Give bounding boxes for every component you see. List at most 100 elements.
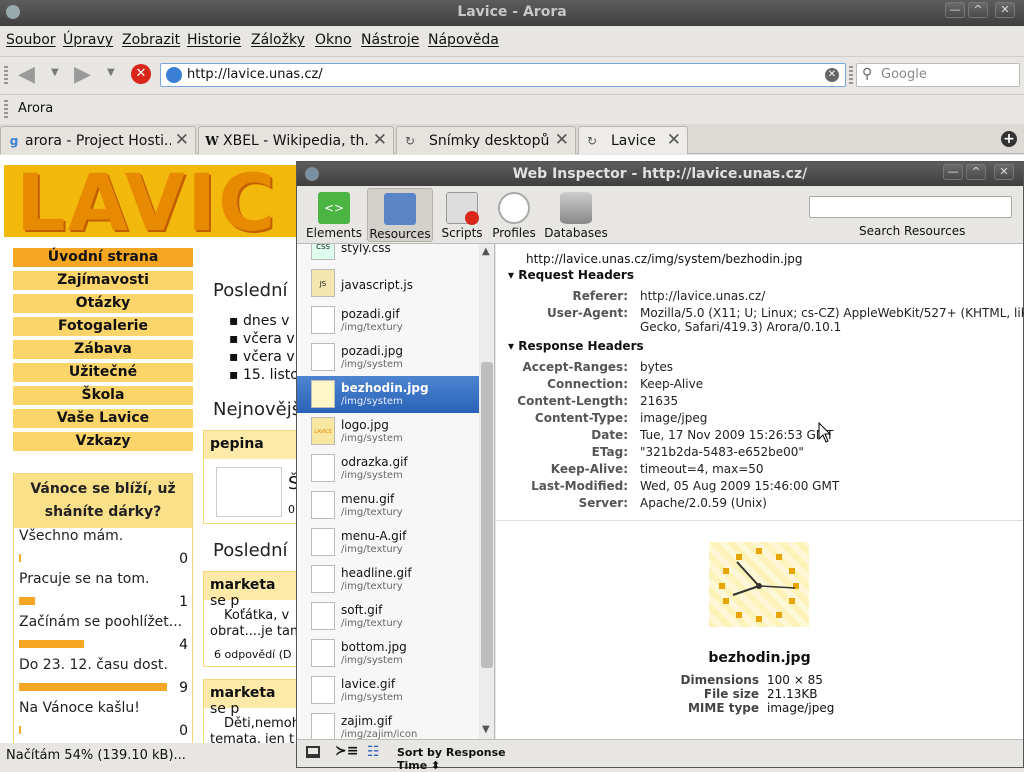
menubar: Soubor Úpravy Zobrazit Historie Záložky … <box>0 26 1024 54</box>
list-item[interactable]: ▪ včera v <box>229 348 299 366</box>
comment-author[interactable]: pepina <box>204 431 302 459</box>
comment-author[interactable]: marketa <box>210 577 276 593</box>
close-button[interactable]: ✕ <box>995 2 1015 18</box>
toolbar-grip[interactable] <box>849 66 853 84</box>
menu-nastroje[interactable]: Nástroje <box>361 32 419 48</box>
minimize-button[interactable]: — <box>943 164 963 180</box>
poll-title: Vánoce se blíží, už sháníte dárky? <box>14 474 192 528</box>
poll-option[interactable]: Do 23. 12. času dost. <box>19 657 168 673</box>
forward-dropdown-icon[interactable]: ▼ <box>107 67 115 78</box>
file-thumbnail <box>311 343 335 371</box>
replies-link[interactable]: 6 odpovědí (D <box>214 648 292 661</box>
close-button[interactable]: ✕ <box>994 164 1014 180</box>
search-input[interactable]: ⚲ Google <box>856 63 1020 87</box>
resource-item[interactable]: LAVICE logo.jpg/img/system <box>297 413 479 450</box>
response-headers-title[interactable]: ▾ Response Headers <box>508 339 644 353</box>
back-dropdown-icon[interactable]: ▼ <box>51 67 59 78</box>
list-item[interactable]: ▪ dnes v <box>229 312 299 330</box>
tool-profiles[interactable]: Profiles <box>489 188 539 242</box>
site-menu-skola[interactable]: Škola <box>13 386 193 405</box>
poll-option[interactable]: Všechno mám. <box>19 528 123 544</box>
maximize-button[interactable]: ^ <box>966 164 986 180</box>
resource-item[interactable]: soft.gif/img/textury <box>297 598 479 635</box>
tool-resources[interactable]: Resources <box>367 188 433 242</box>
tool-databases[interactable]: Databases <box>543 188 609 242</box>
site-menu-zajimavosti[interactable]: Zajímavosti <box>13 271 193 290</box>
menu-upravy[interactable]: Úpravy <box>63 32 113 48</box>
resource-item[interactable]: menu.gif/img/textury <box>297 487 479 524</box>
menu-soubor[interactable]: Soubor <box>6 32 56 48</box>
resource-item[interactable]: pozadi.jpg/img/system <box>297 339 479 376</box>
poll-option[interactable]: Na Vánoce kašlu! <box>19 700 140 716</box>
forward-icon[interactable]: ▶ <box>74 62 91 87</box>
maximize-button[interactable]: ^ <box>968 2 988 18</box>
tool-scripts[interactable]: Scripts <box>439 188 485 242</box>
resource-item[interactable]: bottom.jpg/img/system <box>297 635 479 672</box>
site-menu-uvodni[interactable]: Úvodní strana <box>13 248 193 267</box>
site-menu-vzkazy[interactable]: Vzkazy <box>13 432 193 451</box>
bookmark-arora[interactable]: Arora <box>18 101 53 116</box>
comment-author[interactable]: marketa <box>210 685 276 701</box>
site-menu-vase-lavice[interactable]: Vaše Lavice <box>13 409 193 428</box>
url-text[interactable]: http://lavice.unas.cz/ <box>187 67 323 82</box>
resource-item[interactable]: pozadi.gif/img/textury <box>297 302 479 339</box>
image-preview <box>709 542 809 627</box>
toolbar-grip[interactable] <box>4 100 8 118</box>
scroll-up-icon[interactable]: ▲ <box>482 246 490 257</box>
toolbar-grip[interactable] <box>4 66 8 84</box>
url-bar[interactable]: http://lavice.unas.cz/ ✕ <box>160 63 846 87</box>
site-menu-fotogalerie[interactable]: Fotogalerie <box>13 317 193 336</box>
resource-search-input[interactable] <box>809 196 1012 218</box>
tab-arora-project[interactable]: g arora - Project Hosti... ✕ <box>0 126 196 154</box>
menu-zalozky[interactable]: Záložky <box>251 32 305 48</box>
list-item[interactable]: ▪ včera v <box>229 330 299 348</box>
tool-elements[interactable]: <> Elements <box>305 188 363 242</box>
resource-item[interactable]: lavice.gif/img/system <box>297 672 479 709</box>
reload-icon: ↻ <box>404 134 416 148</box>
list-item[interactable]: ▪ 15. listo <box>229 366 299 384</box>
tab-lavice[interactable]: ↻ Lavice ✕ <box>578 126 688 154</box>
stop-icon[interactable]: ✕ <box>131 64 151 84</box>
resource-item[interactable]: odrazka.gif/img/system <box>297 450 479 487</box>
close-tab-icon[interactable]: ✕ <box>175 130 189 150</box>
new-tab-icon[interactable]: + <box>1001 131 1017 147</box>
section-heading: Poslední <box>213 540 288 561</box>
comment-box: marketa se p Koťátka, v obrat....je tam … <box>203 571 303 667</box>
site-menu-zabava[interactable]: Zábava <box>13 340 193 359</box>
resource-item[interactable]: menu-A.gif/img/textury <box>297 524 479 561</box>
resources-scrollbar[interactable]: ▲ ▼ <box>479 244 494 739</box>
news-list: ▪ dnes v ▪ včera v ▪ včera v ▪ 15. listo <box>229 312 299 384</box>
close-tab-icon[interactable]: ✕ <box>555 130 569 150</box>
tab-snimky-desktopu[interactable]: ↻ Snímky desktopů ✕ <box>396 126 576 154</box>
tab-xbel-wikipedia[interactable]: W XBEL - Wikipedia, th... ✕ <box>198 126 394 154</box>
poll-bar <box>19 640 84 648</box>
resource-item[interactable]: JS javascript.js <box>297 265 479 302</box>
scrollbar-thumb[interactable] <box>481 362 493 668</box>
menu-napoveda[interactable]: Nápověda <box>428 32 499 48</box>
site-logo[interactable]: LAVIC <box>4 159 304 249</box>
sort-select[interactable]: Sort by Response Time ⬍ <box>391 743 541 772</box>
site-menu-otazky[interactable]: Otázky <box>13 294 193 313</box>
image-name: bezhodin.jpg <box>708 650 811 666</box>
menu-historie[interactable]: Historie <box>187 32 241 48</box>
close-tab-icon[interactable]: ✕ <box>373 130 387 150</box>
site-menu-uzitecne[interactable]: Užitečné <box>13 363 193 382</box>
dock-icon[interactable] <box>306 746 320 758</box>
resource-item[interactable]: CSS styly.css <box>297 244 479 265</box>
resource-item-selected[interactable]: bezhodin.jpg/img/system <box>297 376 479 413</box>
back-icon[interactable]: ◀ <box>18 62 35 87</box>
resource-item[interactable]: headline.gif/img/textury <box>297 561 479 598</box>
minimize-button[interactable]: — <box>945 2 965 18</box>
menu-zobrazit[interactable]: Zobrazit <box>122 32 180 48</box>
tab-label: Snímky desktopů <box>429 133 549 149</box>
poll-option[interactable]: Začínám se poohlížet... <box>19 614 182 630</box>
scroll-down-icon[interactable]: ▼ <box>482 724 490 735</box>
menu-okno[interactable]: Okno <box>315 32 352 48</box>
poll-option[interactable]: Pracuje se na tom. <box>19 571 149 587</box>
clear-url-icon[interactable]: ✕ <box>825 68 839 82</box>
close-tab-icon[interactable]: ✕ <box>667 130 681 150</box>
resource-item[interactable]: zajim.gif/img/zajim/icon <box>297 709 479 739</box>
list-view-icon[interactable]: ☷ <box>367 744 380 760</box>
request-headers-title[interactable]: ▾ Request Headers <box>508 268 634 282</box>
console-icon[interactable]: ≻≡ <box>335 743 358 759</box>
